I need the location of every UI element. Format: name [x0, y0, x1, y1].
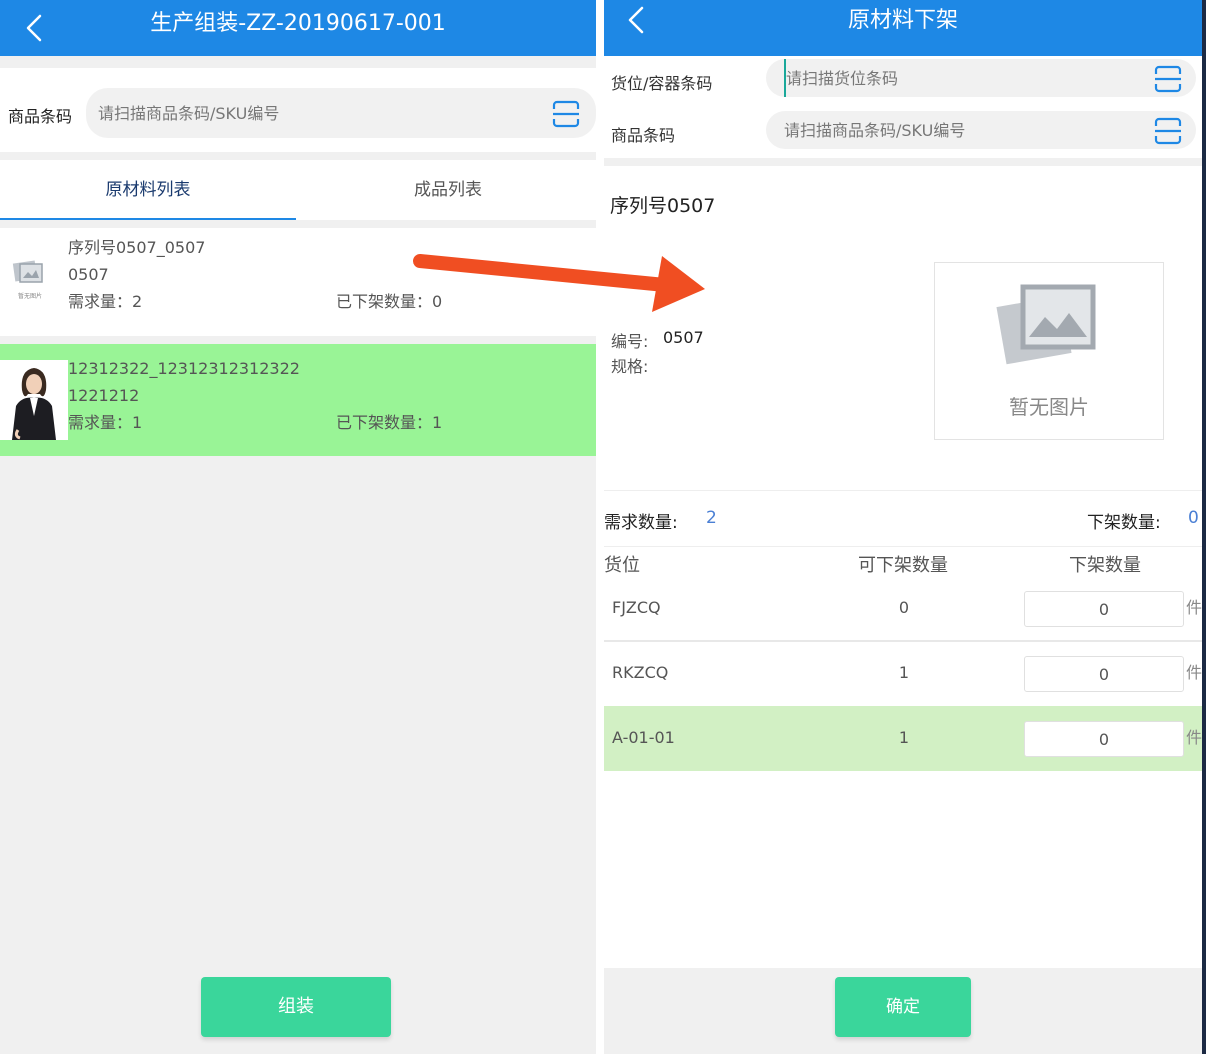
frame-border [1202, 0, 1206, 1054]
barcode-search-bar: 商品条码 [0, 68, 596, 152]
list-item[interactable]: 12312322_12312312312322 1221212 需求量：1 已下… [0, 344, 596, 456]
assemble-button[interactable]: 组装 [201, 977, 391, 1037]
qty-input[interactable] [1024, 591, 1184, 627]
unload-materials-screen: 原材料下架 货位/容器条码 商品条码 序列号0507 编号: 0507 规格: … [604, 0, 1202, 1054]
qty-input[interactable] [1024, 721, 1184, 757]
item-off-shelf-qty: 已下架数量：0 [336, 292, 443, 311]
unit-label: 件 [1186, 663, 1202, 682]
scan-icon[interactable] [551, 99, 581, 129]
divider [604, 158, 1202, 166]
available-qty: 0 [898, 598, 910, 617]
available-qty: 1 [898, 663, 910, 682]
available-qty: 1 [898, 728, 910, 747]
barcode-field[interactable] [766, 111, 1196, 149]
demand-qty-label: 需求数量: [604, 513, 678, 533]
tab-raw-materials[interactable]: 原材料列表 [0, 160, 296, 220]
code-label: 编号: [611, 332, 649, 351]
item-code: 1221212 [68, 386, 140, 405]
tab-finished-products[interactable]: 成品列表 [300, 160, 596, 220]
location-input[interactable] [784, 59, 1128, 97]
divider [604, 490, 1202, 491]
location-code: FJZCQ [612, 598, 661, 617]
barcode-field[interactable] [86, 88, 596, 138]
top-bar: 原材料下架 [604, 0, 1202, 56]
demand-qty-value: 2 [706, 508, 717, 528]
placeholder-image-icon [996, 284, 1096, 365]
table-row: RKZCQ 1 件 [604, 641, 1202, 705]
divider [604, 546, 1202, 547]
item-off-shelf-qty: 已下架数量：1 [336, 413, 443, 432]
scan-icon[interactable] [1153, 116, 1183, 146]
qty-input[interactable] [1024, 656, 1184, 692]
item-name: 序列号0507_0507 [68, 238, 206, 257]
thumb-caption: 暂无图片 [18, 292, 42, 300]
col-header-qty: 下架数量 [1069, 555, 1141, 576]
active-tab-indicator [0, 218, 296, 220]
item-demand: 需求量：1 [68, 413, 143, 432]
col-header-available: 可下架数量 [858, 555, 948, 576]
unit-label: 件 [1186, 598, 1202, 617]
off-shelf-qty-value: 0 [1188, 508, 1199, 528]
top-bar: 生产组装-ZZ-20190617-001 [0, 0, 596, 56]
no-image-caption: 暂无图片 [1009, 395, 1089, 419]
page-title: 原材料下架 [847, 8, 958, 33]
barcode-label: 商品条码 [611, 126, 676, 145]
item-demand: 需求量：2 [68, 292, 143, 311]
assembly-screen: 生产组装-ZZ-20190617-001 商品条码 原材料列表 成品列表 暂无图… [0, 0, 596, 1054]
product-name: 序列号0507 [610, 195, 716, 217]
table-row: A-01-01 1 件 [604, 706, 1202, 771]
confirm-button[interactable]: 确定 [835, 977, 971, 1037]
tab-bar: 原材料列表 成品列表 [0, 160, 596, 220]
placeholder-image-icon: 暂无图片 [12, 260, 43, 300]
code-value: 0507 [663, 328, 704, 347]
location-code: A-01-01 [612, 728, 675, 747]
page-title: 生产组装-ZZ-20190617-001 [150, 11, 446, 36]
item-name: 12312322_12312312312322 [68, 359, 300, 378]
product-image: 暂无图片 [934, 262, 1164, 440]
table-row: FJZCQ 0 件 [604, 576, 1202, 640]
item-code: 0507 [68, 265, 109, 284]
location-barcode-label: 货位/容器条码 [611, 74, 713, 93]
barcode-label: 商品条码 [8, 107, 73, 126]
spec-label: 规格: [611, 357, 649, 376]
list-item[interactable]: 暂无图片 序列号0507_0507 0507 需求量：2 已下架数量：0 [0, 228, 596, 336]
barcode-input[interactable] [784, 111, 1128, 149]
location-field[interactable] [766, 59, 1196, 97]
location-code: RKZCQ [612, 663, 669, 682]
scan-icon[interactable] [1153, 64, 1183, 94]
col-header-location: 货位 [604, 555, 640, 576]
person-photo [0, 360, 68, 440]
scan-fields: 货位/容器条码 商品条码 [604, 56, 1202, 158]
barcode-input[interactable] [98, 88, 506, 138]
unit-label: 件 [1186, 728, 1202, 747]
off-shelf-qty-label: 下架数量: [1087, 513, 1161, 533]
